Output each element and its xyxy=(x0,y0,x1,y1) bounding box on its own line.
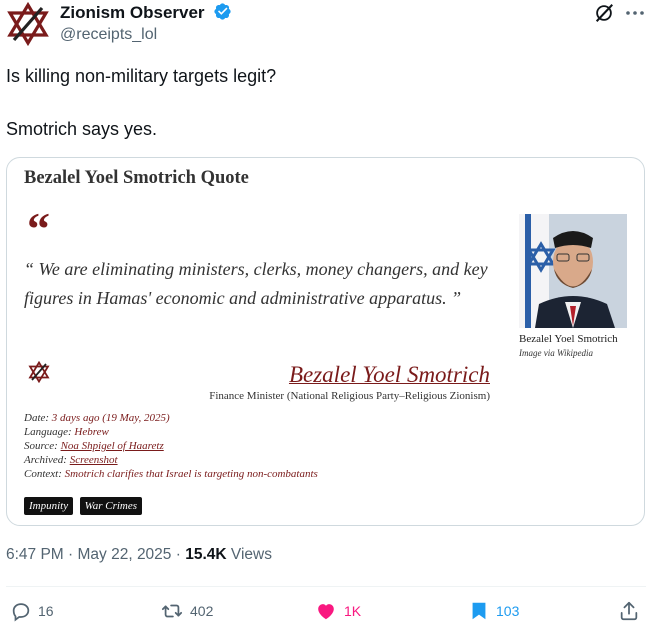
timestamp-time[interactable]: 6:47 PM · May 22, 2025 · xyxy=(6,546,185,563)
share-button[interactable] xyxy=(618,596,640,626)
tweet-text-line1: Is killing non-military targets legit? xyxy=(6,66,277,86)
verified-badge-icon xyxy=(214,3,231,20)
tag-impunity[interactable]: Impunity xyxy=(24,497,74,515)
card-title: Bezalel Yoel Smotrich Quote xyxy=(24,168,249,188)
divider xyxy=(6,586,646,587)
author-name[interactable]: Zionism Observer xyxy=(60,2,232,23)
speaker-role: Finance Minister (National Religious Par… xyxy=(209,390,490,402)
meta-date-value: 3 days ago (19 May, 2025) xyxy=(51,412,170,424)
quote-card[interactable]: Bezalel Yoel Smotrich Quote “ “ We are e… xyxy=(6,157,645,526)
author-handle[interactable]: @receipts_lol xyxy=(60,26,157,44)
meta-language: Language: Hebrew xyxy=(24,425,318,439)
meta-archived-label: Archived: xyxy=(24,454,67,466)
meta-archived-link[interactable]: Screenshot xyxy=(70,454,118,466)
bookmark-icon xyxy=(472,602,486,620)
tweet-text-line2: Smotrich says yes. xyxy=(6,119,158,139)
portrait-photo xyxy=(519,214,627,328)
tweet-timestamp: 6:47 PM · May 22, 2025 · 15.4K Views xyxy=(6,546,272,564)
retweet-count: 402 xyxy=(190,603,214,619)
meta-context: Context: Smotrich clarifies that Israel … xyxy=(24,467,318,481)
tag-war-crimes[interactable]: War Crimes xyxy=(79,497,143,515)
quote-mark-icon: “ xyxy=(27,203,50,254)
meta-context-value: Smotrich clarifies that Israel is target… xyxy=(64,468,318,480)
author-name-text[interactable]: Zionism Observer xyxy=(60,3,205,22)
retweet-icon xyxy=(161,604,183,618)
quote-metadata: Date: 3 days ago (19 May, 2025) Language… xyxy=(24,411,318,481)
quote-text: “ We are eliminating ministers, clerks, … xyxy=(24,259,488,308)
like-count: 1K xyxy=(344,603,362,619)
meta-date-label: Date: xyxy=(24,412,50,424)
photo-source: Image via Wikipedia xyxy=(519,348,593,358)
tweet-header: Zionism Observer @receipts_lol xyxy=(0,0,651,52)
bookmark-count: 103 xyxy=(496,603,520,619)
like-button[interactable]: 1K xyxy=(314,596,361,626)
views-count: 15.4K xyxy=(185,546,227,563)
meta-source-link[interactable]: Noa Shpigel of Haaretz xyxy=(61,440,164,452)
meta-language-value: Hebrew xyxy=(74,426,109,438)
share-icon xyxy=(620,601,638,621)
retweet-button[interactable]: 402 xyxy=(160,596,213,626)
tag-list: Impunity War Crimes xyxy=(24,496,144,515)
meta-context-label: Context: xyxy=(24,468,62,480)
speaker-name[interactable]: Bezalel Yoel Smotrich xyxy=(289,362,490,388)
meta-source-label: Source: xyxy=(24,440,58,452)
views-label: Views xyxy=(226,546,272,563)
heart-icon xyxy=(318,604,334,620)
meta-archived: Archived: Screenshot xyxy=(24,453,318,467)
grok-icon[interactable] xyxy=(593,2,615,24)
bookmark-button[interactable]: 103 xyxy=(468,596,519,626)
meta-date: Date: 3 days ago (19 May, 2025) xyxy=(24,411,318,425)
reply-count: 16 xyxy=(38,603,54,619)
reply-button[interactable]: 16 xyxy=(10,596,54,626)
reply-icon xyxy=(12,603,30,622)
meta-source: Source: Noa Shpigel of Haaretz xyxy=(24,439,318,453)
site-logo-icon xyxy=(28,361,50,383)
meta-language-label: Language: xyxy=(24,426,72,438)
action-bar: 16 402 1K 103 xyxy=(0,596,651,626)
photo-caption: Bezalel Yoel Smotrich xyxy=(519,333,618,345)
more-options-icon[interactable] xyxy=(624,4,646,22)
avatar[interactable] xyxy=(6,2,50,46)
